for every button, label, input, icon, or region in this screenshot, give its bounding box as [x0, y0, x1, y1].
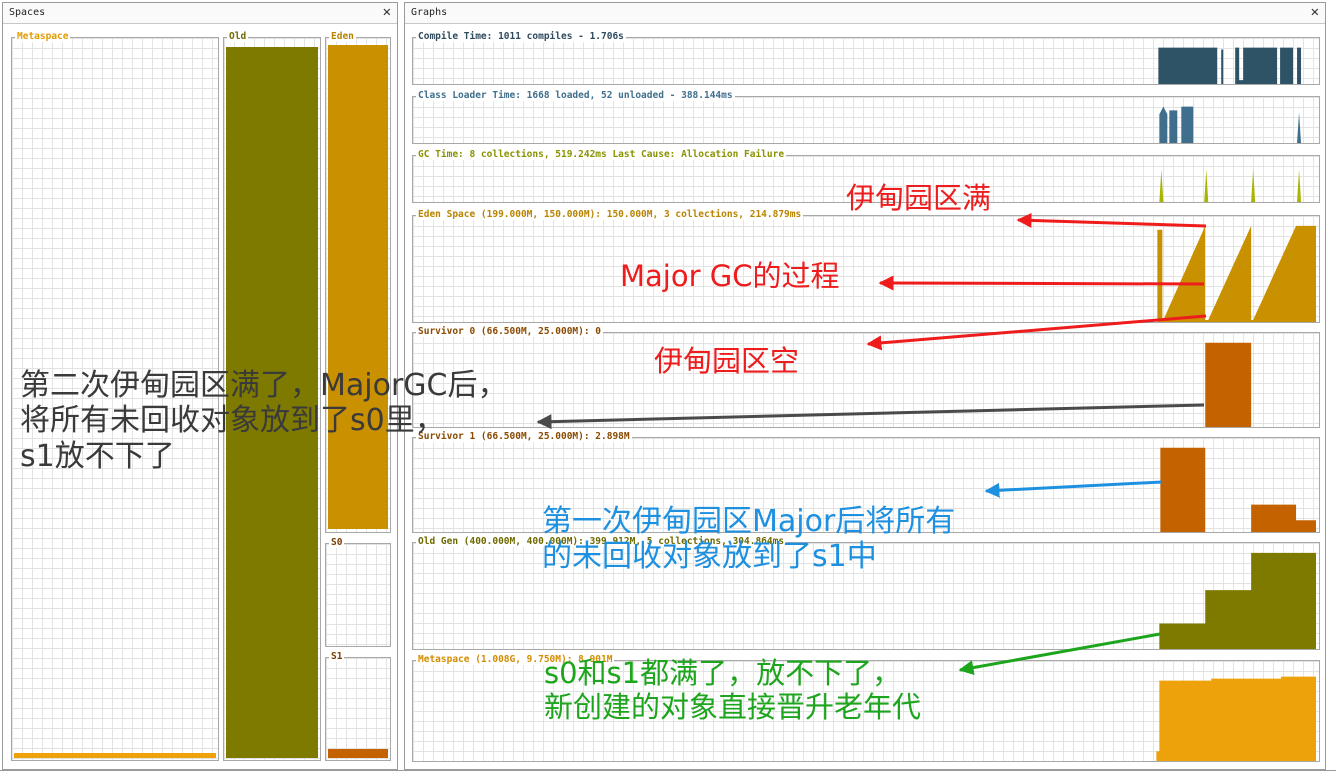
eden-space-area	[1157, 225, 1317, 322]
eden-space-graph	[412, 215, 1320, 323]
metaspace-space-label: Metaspace	[15, 31, 71, 42]
graphs-panel-header: Graphs ✕	[405, 3, 1325, 24]
eden-space-label: Eden	[329, 31, 356, 42]
class-loader-area	[1159, 106, 1302, 143]
s0-space-box	[325, 543, 391, 647]
gc-time-label: GC Time: 8 collections, 519.242ms Last C…	[416, 149, 787, 160]
annotation-major-gc: Major GC的过程	[620, 259, 840, 293]
survivor0-label: Survivor 0 (66.500M, 25.000M): 0	[416, 326, 604, 337]
class-loader-label: Class Loader Time: 1668 loaded, 52 unloa…	[416, 90, 735, 101]
compile-time-label: Compile Time: 1011 compiles - 1.706s	[416, 31, 626, 42]
close-icon[interactable]: ✕	[383, 4, 391, 20]
annotation-second-full-line2: 将所有未回收对象放到了s0里，	[20, 403, 445, 439]
metaspace-area	[1156, 676, 1317, 761]
compile-time-plot	[1158, 47, 1302, 84]
compile-time-area	[1158, 47, 1302, 84]
annotation-second-full: 第二次伊甸园区满了，MajorGC后， 将所有未回收对象放到了s0里， s1放不…	[20, 368, 508, 474]
annotation-second-full-line3: s1放不下了	[20, 438, 175, 474]
close-icon[interactable]: ✕	[1311, 4, 1319, 20]
s1-space-fill	[328, 749, 388, 758]
window-bottom-border	[0, 770, 1336, 771]
class-loader-graph	[412, 96, 1320, 144]
annotation-eden-empty: 伊甸园区空	[654, 344, 800, 378]
annotation-first-major-line2: 的未回收对象放到了s1中	[542, 539, 877, 575]
annotation-promote-line2: 新创建的对象直接晋升老年代	[544, 690, 922, 725]
annotation-first-major-line1: 第一次伊甸园区Major后将所有	[542, 504, 956, 539]
annotation-first-major: 第一次伊甸园区Major后将所有 的未回收对象放到了s1中	[542, 504, 955, 575]
graphs-panel-title: Graphs	[411, 7, 448, 18]
annotation-promote-line1: s0和s1都满了，放不下了，	[544, 656, 902, 690]
old-gen-area	[1159, 552, 1317, 649]
graphs-panel: Graphs ✕ Compile Time: 1011 compiles - 1…	[404, 2, 1326, 770]
eden-space-plot	[1157, 225, 1317, 322]
annotation-second-full-line1: 第二次伊甸园区满了，MajorGC后，	[20, 368, 508, 403]
survivor0-area	[1205, 342, 1252, 427]
compile-time-graph	[412, 37, 1320, 85]
metaspace-space-fill	[14, 753, 216, 758]
old-space-label: Old	[227, 31, 249, 42]
annotation-eden-full: 伊甸园区满	[846, 181, 992, 215]
s0-space-label: S0	[329, 537, 345, 548]
survivor1-area	[1160, 447, 1317, 532]
s1-space-label: S1	[329, 651, 345, 662]
survivor0-plot	[1205, 342, 1252, 427]
annotation-promote: s0和s1都满了，放不下了， 新创建的对象直接晋升老年代	[544, 656, 921, 724]
spaces-panel-header: Spaces ✕	[3, 3, 397, 24]
survivor0-graph	[412, 332, 1320, 428]
eden-space-graph-label: Eden Space (199.000M, 150.000M): 150.000…	[416, 209, 804, 220]
s1-space-box	[325, 657, 391, 761]
spaces-panel-title: Spaces	[9, 7, 46, 18]
class-loader-plot	[1159, 106, 1302, 143]
gc-time-spikes	[1159, 169, 1302, 202]
